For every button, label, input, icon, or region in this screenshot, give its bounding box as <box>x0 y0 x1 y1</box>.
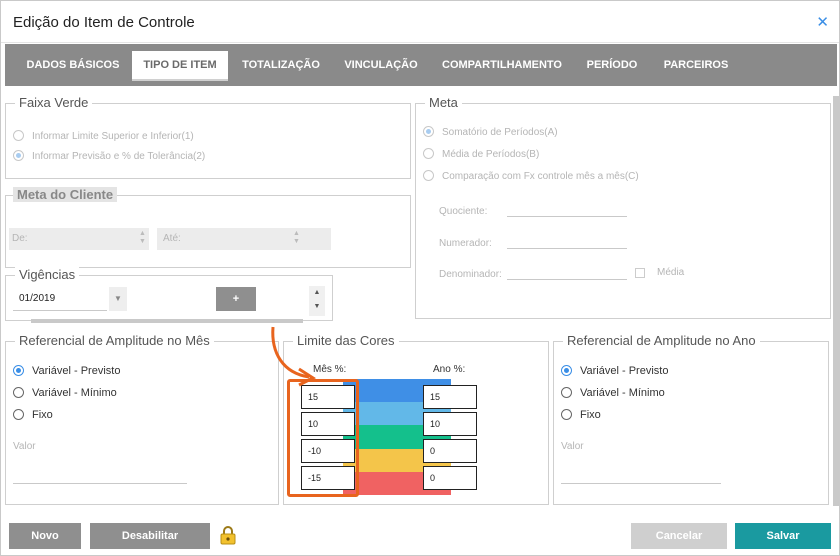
tab-parceiros[interactable]: PARCEIROS <box>657 51 735 81</box>
ano-limit-2[interactable]: 10 <box>423 412 477 436</box>
radio-icon[interactable] <box>13 386 24 398</box>
dialog-title: Edição do Item de Controle <box>13 14 195 31</box>
ref-mes-option-minimo[interactable]: Variável - Mínimo <box>13 386 117 399</box>
faixa-verde-legend: Faixa Verde <box>15 95 93 110</box>
lock-icon <box>220 526 236 545</box>
quociente-input[interactable] <box>507 216 627 217</box>
vigencia-select-value[interactable]: 01/2019 <box>19 293 55 304</box>
faixa-option-1[interactable]: Informar Limite Superior e Inferior(1) <box>13 130 194 142</box>
radio-selected-icon[interactable] <box>13 150 24 161</box>
ref-mes-valor-input[interactable] <box>13 483 187 484</box>
ano-limit-4[interactable]: 0 <box>423 466 477 490</box>
tab-tipo-de-item[interactable]: TIPO DE ITEM <box>132 51 228 81</box>
vigencias-legend: Vigências <box>15 267 80 282</box>
meta-legend: Meta <box>425 95 462 110</box>
cancelar-button[interactable]: Cancelar <box>631 523 727 549</box>
radio-selected-icon[interactable] <box>561 364 572 376</box>
media-label: Média <box>657 267 685 278</box>
meta-option-a[interactable]: Somatório de Períodos(A) <box>423 126 558 138</box>
de-label: De: <box>12 233 28 244</box>
denominador-input[interactable] <box>507 279 627 280</box>
quociente-label: Quociente: <box>439 206 488 217</box>
add-vigencia-button[interactable]: + <box>216 287 256 311</box>
edit-item-dialog: Edição do Item de Controle ✕ DADOS BÁSIC… <box>0 0 840 556</box>
ref-ano-option-fixo[interactable]: Fixo <box>561 408 601 421</box>
radio-icon[interactable] <box>423 148 434 159</box>
tab-dados-basicos[interactable]: DADOS BÁSICOS <box>23 51 123 81</box>
ref-mes-legend: Referencial de Amplitude no Mês <box>15 333 214 348</box>
numerador-input[interactable] <box>507 248 627 249</box>
radio-selected-icon[interactable] <box>423 126 434 137</box>
ref-mes-option-previsto[interactable]: Variável - Previsto <box>13 364 120 377</box>
ref-mes-valor-label: Valor <box>13 441 36 452</box>
salvar-button[interactable]: Salvar <box>735 523 831 549</box>
ref-ano-option-minimo[interactable]: Variável - Mínimo <box>561 386 665 399</box>
tab-compartilhamento[interactable]: COMPARTILHAMENTO <box>437 51 567 81</box>
ref-ano-valor-label: Valor <box>561 441 584 452</box>
radio-icon[interactable] <box>561 386 572 398</box>
de-spinner[interactable]: ▲ ▼ <box>139 230 146 246</box>
chevron-down-icon[interactable]: ▼ <box>109 287 127 311</box>
ano-limit-1[interactable]: 15 <box>423 385 477 409</box>
ate-input[interactable] <box>157 228 331 250</box>
radio-icon[interactable] <box>561 408 572 420</box>
annotation-highlight-box <box>287 379 359 497</box>
meta-option-c[interactable]: Comparação com Fx controle mês a mês(C) <box>423 170 639 182</box>
vigencia-underline <box>13 310 107 311</box>
faixa-option-2[interactable]: Informar Previsão e % de Tolerância(2) <box>13 150 205 162</box>
ref-ano-legend: Referencial de Amplitude no Ano <box>563 333 760 348</box>
ate-label: Até: <box>163 233 181 244</box>
vertical-scrollbar[interactable] <box>833 96 839 506</box>
radio-icon[interactable] <box>13 130 24 141</box>
ate-spinner[interactable]: ▲ ▼ <box>293 230 300 246</box>
ref-mes-option-fixo[interactable]: Fixo <box>13 408 53 421</box>
tab-periodo[interactable]: PERÍODO <box>580 51 644 81</box>
annotation-arrow-icon <box>271 326 317 387</box>
radio-selected-icon[interactable] <box>13 364 24 376</box>
desabilitar-button[interactable]: Desabilitar <box>90 523 210 549</box>
close-icon[interactable]: ✕ <box>816 13 829 31</box>
ano-percent-label: Ano %: <box>433 364 466 375</box>
denominador-label: Denominador: <box>439 269 502 280</box>
meta-option-b[interactable]: Média de Períodos(B) <box>423 148 539 160</box>
meta-cliente-legend: Meta do Cliente <box>13 187 118 202</box>
radio-icon[interactable] <box>13 408 24 420</box>
vigencia-scrollbar[interactable]: ▲ ▼ <box>309 286 325 316</box>
de-input[interactable] <box>9 228 149 250</box>
numerador-label: Numerador: <box>439 238 492 249</box>
ref-ano-option-previsto[interactable]: Variável - Previsto <box>561 364 668 377</box>
ano-limit-3[interactable]: 0 <box>423 439 477 463</box>
tab-totalizacao[interactable]: TOTALIZAÇÃO <box>237 51 325 81</box>
ref-ano-valor-input[interactable] <box>561 483 721 484</box>
novo-button[interactable]: Novo <box>9 523 81 549</box>
media-checkbox[interactable] <box>635 268 645 278</box>
tab-bar: DADOS BÁSICOS TIPO DE ITEM TOTALIZAÇÃO V… <box>5 44 837 86</box>
title-bar: Edição do Item de Controle ✕ <box>1 1 839 43</box>
tab-vinculacao[interactable]: VINCULAÇÃO <box>339 51 423 81</box>
radio-icon[interactable] <box>423 170 434 181</box>
